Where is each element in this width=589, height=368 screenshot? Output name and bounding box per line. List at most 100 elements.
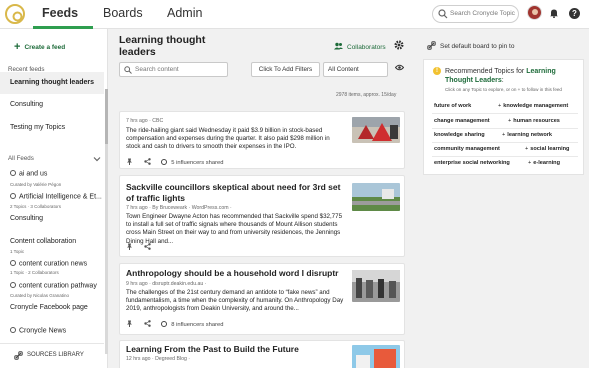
pin-icon[interactable]: [126, 243, 133, 250]
plus-icon: +: [502, 132, 506, 138]
link-icon: [14, 351, 23, 360]
pin-icon[interactable]: [126, 320, 133, 327]
feed-card[interactable]: Learning From the Past to Build the Futu…: [119, 340, 405, 368]
topic-chip[interactable]: future of work: [434, 103, 471, 109]
card-title[interactable]: Learning From the Past to Build the Futu…: [126, 344, 342, 355]
feed-card[interactable]: Sackville councillors skeptical about ne…: [119, 175, 405, 257]
sidebar-item-content-curation-news[interactable]: content curation news: [10, 260, 87, 268]
help-icon[interactable]: ?: [569, 8, 580, 19]
plus-icon: +: [508, 118, 512, 124]
sidebar-item-sub: 2 Topics · 3 Collaborators: [10, 204, 61, 209]
topic-chip[interactable]: + human resources: [508, 118, 560, 124]
topic-chip[interactable]: + learning network: [502, 132, 552, 138]
sources-library-button[interactable]: SOURCES LIBRARY: [0, 343, 104, 368]
feed-icon: [10, 260, 16, 266]
pin-icon[interactable]: [126, 158, 133, 165]
page-title: Learning thought leaders: [119, 34, 206, 58]
card-body: Town Engineer Dwayne Acton has recommend…: [126, 213, 343, 245]
sidebar-item-testing-my-topics[interactable]: Testing my Topics: [0, 117, 104, 139]
top-bar: Feeds Boards Admin Search Cronycle Topic…: [0, 0, 589, 29]
share-icon[interactable]: [143, 243, 151, 250]
add-filters-button[interactable]: Click To Add Filters: [251, 62, 320, 77]
divider: [432, 142, 578, 143]
recommended-hint: Click on any Topic to explore, or on + t…: [445, 87, 562, 92]
gear-icon[interactable]: [394, 40, 404, 50]
topic-chip[interactable]: + knowledge management: [498, 103, 568, 109]
sidebar-item-content-curation-pathway[interactable]: content curation pathway: [10, 282, 97, 290]
tab-admin[interactable]: Admin: [167, 6, 202, 20]
influencers-icon: [161, 159, 168, 165]
share-icon[interactable]: [143, 320, 151, 327]
feed-icon: [10, 282, 16, 288]
topic-chip[interactable]: + e-learning: [528, 160, 560, 166]
tab-feeds[interactable]: Feeds: [42, 6, 78, 20]
card-title[interactable]: Anthropology should be a household word …: [126, 268, 342, 279]
card-body: The challenges of the 21st century deman…: [126, 289, 344, 313]
topic-chip[interactable]: community management: [434, 146, 500, 152]
search-icon: [438, 9, 448, 19]
share-icon[interactable]: [143, 158, 151, 165]
content-type-select[interactable]: All Content: [323, 62, 388, 77]
topic-chip[interactable]: + social learning: [525, 146, 569, 152]
sidebar-scroll-thumb[interactable]: [105, 89, 108, 144]
card-actions: 5 influencers shared: [126, 158, 223, 166]
user-avatar[interactable]: [527, 5, 542, 20]
topic-chip[interactable]: change management: [434, 118, 490, 124]
feed-card[interactable]: 7 hrs ago · CBC The ride-hailing giant s…: [119, 111, 405, 169]
influencers-count[interactable]: 8 influencers shared: [171, 322, 223, 328]
items-count: 2978 items, approx. 15/day: [336, 92, 397, 98]
create-feed-label: Create a feed: [24, 44, 66, 51]
influencers-count[interactable]: 5 influencers shared: [171, 160, 223, 166]
sidebar-item-consulting[interactable]: Consulting: [0, 94, 104, 116]
card-meta: 12 hrs ago · Degreed Blog ·: [126, 356, 191, 362]
divider: [432, 113, 578, 114]
feed-icon: [10, 193, 16, 199]
global-search-input[interactable]: Search Cronycle Topic: [432, 5, 519, 23]
global-search-placeholder: Search Cronycle Topic: [450, 10, 515, 17]
feed-card[interactable]: Anthropology should be a household word …: [119, 263, 405, 335]
card-thumbnail[interactable]: [352, 270, 400, 302]
sidebar-item-sub: Curated by Valérie Pégon: [10, 182, 62, 187]
card-thumbnail[interactable]: [352, 117, 400, 143]
sidebar: + Create a feed Recent feeds Learning tho…: [0, 29, 108, 368]
feed-icon: [10, 327, 16, 333]
recommended-heading: Recommended Topics for Learning Thought …: [445, 68, 556, 84]
content-search-placeholder: Search content: [135, 66, 179, 73]
plus-icon: +: [528, 160, 532, 166]
search-icon: [124, 66, 132, 74]
collaborators-button[interactable]: Collaborators: [334, 42, 386, 51]
card-thumbnail[interactable]: [352, 183, 400, 211]
sidebar-item-sub: 1 Topic: [10, 249, 25, 254]
card-meta: 9 hrs ago · disruptr.deakin.edu.au ·: [126, 281, 207, 287]
pin-board-icon: [427, 41, 436, 50]
all-feeds-label: All Feeds: [8, 155, 34, 162]
card-actions: 8 influencers shared: [126, 320, 223, 328]
card-title[interactable]: Sackville councillors skeptical about ne…: [126, 182, 342, 203]
chevron-down-icon[interactable]: [93, 156, 101, 162]
tab-boards[interactable]: Boards: [103, 6, 143, 20]
sidebar-item-sub: Curated by Nicolas Granatino: [10, 293, 70, 298]
content-search-input[interactable]: Search content: [119, 62, 228, 77]
create-feed-button[interactable]: + Create a feed: [14, 41, 65, 53]
cronycle-logo-icon[interactable]: [4, 3, 26, 25]
set-default-board-button[interactable]: Set default board to pin to: [427, 41, 514, 50]
sidebar-item-artificial-intelligence[interactable]: Artificial Intelligence & Et...: [10, 193, 102, 201]
topic-chip[interactable]: knowledge sharing: [434, 132, 485, 138]
card-meta: 7 hrs ago · By Bruceweark · WordPress.co…: [126, 205, 232, 211]
card-body: The ride-hailing giant said Wednesday it…: [126, 127, 330, 151]
divider: [432, 128, 578, 129]
bell-icon[interactable]: [549, 8, 559, 18]
sidebar-item-cronycle-facebook[interactable]: Cronycle Facebook page: [10, 304, 88, 311]
set-default-board-label: Set default board to pin to: [440, 43, 515, 50]
sidebar-item-consulting-all[interactable]: Consulting: [10, 215, 43, 222]
sidebar-item-content-collaboration[interactable]: Content collaboration: [10, 238, 76, 245]
sidebar-item-cronycle-news[interactable]: Cronycle News: [10, 327, 66, 335]
plus-icon: +: [498, 103, 502, 109]
sidebar-item-learning-thought-leaders[interactable]: Learning thought leaders: [0, 72, 104, 94]
card-thumbnail[interactable]: [352, 345, 400, 368]
sidebar-item-ai-and-us[interactable]: ai and us: [10, 170, 47, 178]
eye-icon[interactable]: [395, 64, 404, 71]
plus-icon: +: [14, 41, 21, 53]
collaborators-label: Collaborators: [347, 44, 386, 51]
topic-chip[interactable]: enterprise social networking: [434, 160, 510, 166]
